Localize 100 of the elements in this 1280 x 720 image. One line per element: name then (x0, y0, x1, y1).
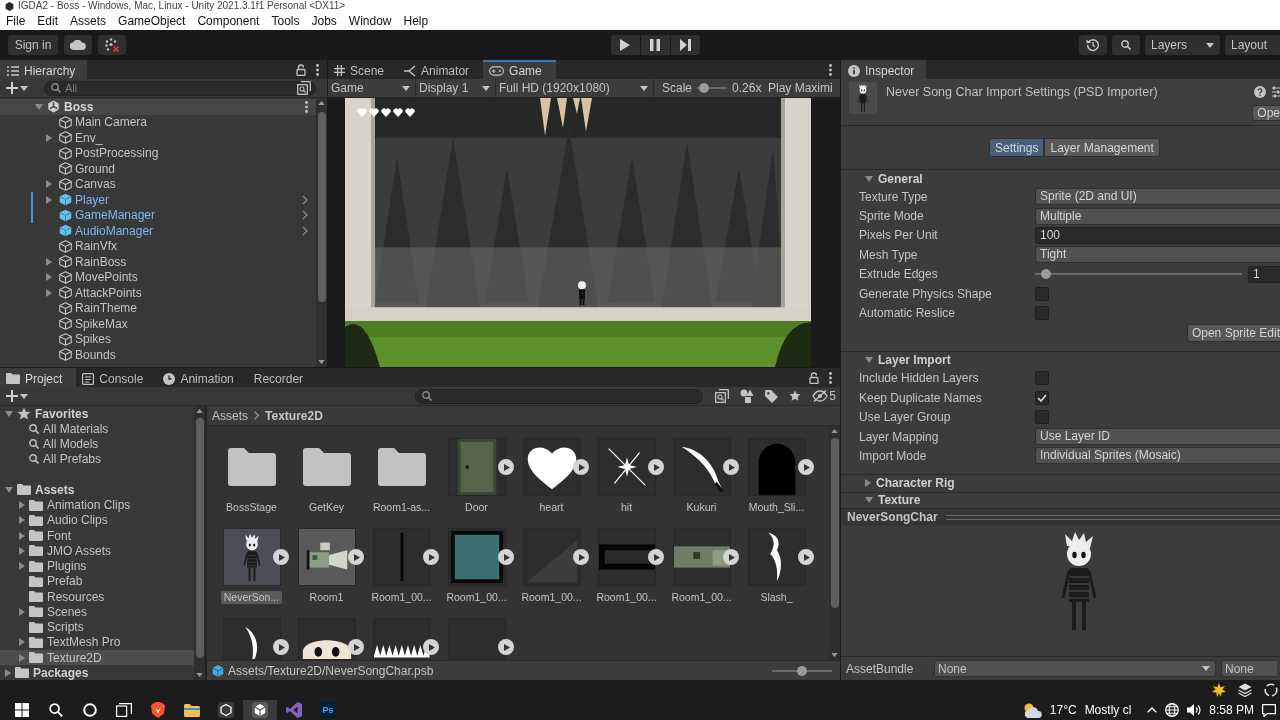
scene-search-icon[interactable] (297, 81, 311, 95)
scrollbar-track[interactable] (194, 406, 205, 680)
room-thumbnail[interactable] (297, 528, 356, 586)
tag-icon[interactable] (765, 389, 779, 403)
help-icon[interactable] (1254, 86, 1266, 98)
asset-name[interactable]: Mouth_Sli... (745, 501, 808, 514)
foldout-arrow-icon[interactable] (19, 638, 25, 647)
lock-icon[interactable] (296, 63, 306, 76)
globe-icon[interactable] (1165, 703, 1180, 717)
sign-in-button[interactable]: Sign in (8, 35, 58, 55)
resolution-dropdown[interactable]: Full HD (1920x1080) (496, 79, 654, 97)
foldout-arrow-icon[interactable] (19, 531, 25, 540)
foldout-arrow-icon[interactable] (35, 103, 43, 110)
scrollbar-thumb[interactable] (195, 418, 204, 658)
menu-item[interactable]: Component (191, 12, 266, 30)
search-button[interactable] (1112, 35, 1140, 55)
search-field[interactable]: All (44, 80, 316, 96)
asset-name[interactable]: Room1_00... (593, 591, 660, 604)
dropdown[interactable]: Tight (1035, 246, 1280, 264)
layers-dropdown[interactable]: Layers (1145, 35, 1220, 55)
ghost-thumbnail[interactable] (297, 618, 356, 660)
strip-thumbnail[interactable] (672, 528, 731, 586)
dropdown[interactable]: Individual Sprites (Mosaic) (1035, 447, 1280, 465)
open-button[interactable]: Ope (1252, 105, 1280, 121)
stack-icon[interactable] (1238, 683, 1252, 697)
foldout-arrow-icon[interactable] (865, 479, 871, 488)
search-input[interactable]: All (65, 81, 293, 95)
arch-thumbnail[interactable] (747, 438, 806, 496)
folder-icon[interactable] (302, 448, 351, 486)
foldout-arrow-icon[interactable] (5, 668, 11, 677)
blank-thumbnail[interactable] (447, 618, 506, 660)
ring-icon[interactable] (1264, 683, 1278, 697)
more-icon[interactable] (829, 371, 832, 384)
menu-item[interactable]: Assets (64, 12, 113, 30)
scrollbar-thumb[interactable] (317, 112, 326, 302)
foldout-arrow-icon[interactable] (46, 180, 52, 189)
hook-thumbnail[interactable] (747, 528, 806, 586)
slider-thumb[interactable] (699, 83, 710, 93)
folder-icon[interactable] (227, 448, 276, 486)
folder-item[interactable]: Assets (5, 482, 75, 498)
add-button[interactable] (6, 388, 28, 404)
checkbox[interactable] (1035, 306, 1049, 321)
saved-search-item[interactable]: All Models (19, 436, 99, 452)
lock-icon[interactable] (809, 371, 819, 384)
menu-item[interactable]: Tools (265, 12, 306, 30)
hierarchy-item[interactable]: PostProcessing (46, 145, 159, 161)
chevron-right-icon[interactable] (302, 225, 308, 236)
chevron-right-icon[interactable] (302, 194, 308, 205)
foldout-arrow-icon[interactable] (19, 562, 25, 571)
checkbox[interactable] (1035, 286, 1049, 301)
foldout-arrow-icon[interactable] (19, 501, 25, 510)
speaker-icon[interactable] (1187, 703, 1202, 717)
foldout-arrow-icon[interactable] (46, 133, 52, 142)
asset-name[interactable]: Door (462, 501, 491, 514)
asset-name[interactable]: Room1_00... (443, 591, 510, 604)
preview-resize-handle[interactable] (945, 514, 1280, 520)
checkbox[interactable] (1035, 390, 1049, 405)
foldout-arrow-icon[interactable] (5, 410, 13, 417)
foldout-header[interactable]: General (841, 169, 1280, 187)
foldout-arrow-icon[interactable] (865, 497, 873, 504)
menu-item[interactable]: GameObject (112, 12, 192, 30)
hierarchy-item[interactable]: RainVfx (46, 238, 118, 254)
folder-item[interactable]: Scenes (19, 604, 88, 620)
favorites-item[interactable]: Favorites (5, 406, 89, 422)
scene-header[interactable]: Boss (0, 99, 316, 115)
hierarchy-item[interactable]: Main Camera (46, 114, 148, 130)
asset-name[interactable]: BossStage (223, 501, 280, 514)
cloud-button[interactable] (64, 35, 92, 55)
slider-thumb[interactable] (1040, 269, 1051, 280)
asset-name[interactable]: NeverSon... (220, 591, 283, 604)
taskbar-app-button[interactable]: Ps (320, 702, 336, 718)
spikes-thumbnail[interactable] (372, 618, 431, 660)
heart-thumbnail[interactable] (522, 438, 581, 496)
foldout-header[interactable]: Layer Import (841, 350, 1280, 369)
hierarchy-item[interactable]: Spikes (46, 331, 112, 347)
inspector-tab[interactable]: Inspector (841, 60, 927, 79)
menu-item[interactable]: File (0, 12, 32, 30)
shade-thumbnail[interactable] (522, 528, 581, 586)
scrollbar-track[interactable] (316, 98, 327, 367)
sparkle-thumbnail[interactable] (597, 438, 656, 496)
panel-tab[interactable]: Animation (157, 368, 248, 387)
search-field[interactable] (415, 388, 704, 404)
hidden-packages-toggle[interactable]: 5 (812, 389, 836, 403)
hierarchy-item[interactable]: MovePoints (46, 269, 138, 285)
dropdown[interactable]: Sprite (2D and UI) (1035, 188, 1280, 206)
play-mode-button[interactable]: Play Maximi (764, 81, 833, 95)
foldout-arrow-icon[interactable] (19, 546, 25, 555)
dropdown[interactable]: Multiple (1035, 207, 1280, 225)
foldout-arrow-icon[interactable] (46, 288, 52, 297)
panel-tab[interactable]: Project (0, 368, 77, 387)
scroll-down-icon[interactable] (318, 360, 325, 364)
add-button[interactable] (6, 80, 28, 96)
scroll-down-icon[interactable] (831, 653, 838, 657)
hierarchy-item[interactable]: Env_ (46, 130, 103, 146)
asset-name[interactable]: hit (617, 501, 636, 514)
step-button[interactable] (670, 35, 700, 55)
view-tab[interactable]: Animator (398, 60, 484, 79)
folder-item[interactable]: Font (19, 528, 71, 544)
asset-name[interactable]: Room1_00... (518, 591, 585, 604)
menu-item[interactable]: Edit (31, 12, 65, 30)
